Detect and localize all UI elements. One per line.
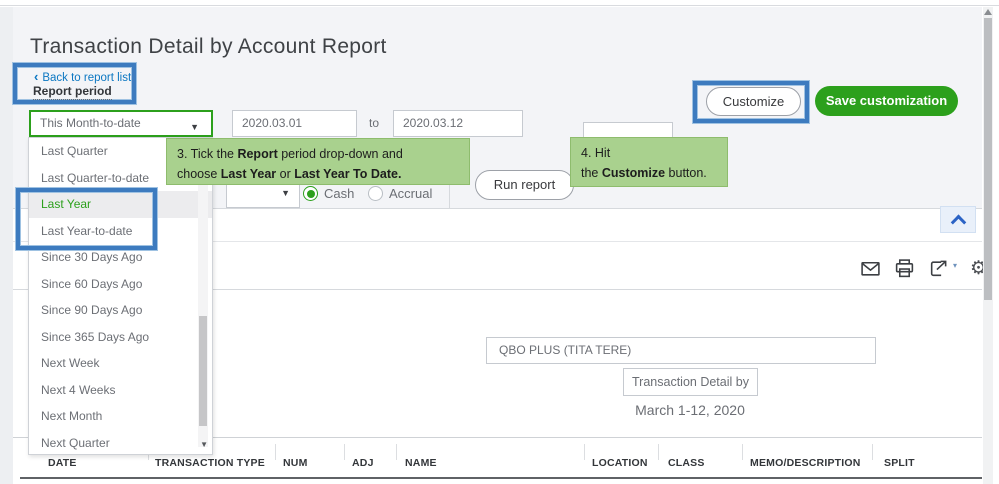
column-divider xyxy=(275,444,276,460)
column-header: TRANSACTION TYPE xyxy=(155,457,265,469)
chevron-up-icon xyxy=(950,215,966,231)
dropdown-option[interactable]: Next Quarter xyxy=(29,430,212,456)
report-period-dropdown[interactable]: This Month-to-date ▼ xyxy=(29,110,213,137)
column-divider xyxy=(658,444,659,460)
run-report-button[interactable]: Run report xyxy=(475,170,574,200)
export-options-caret-icon[interactable]: ▾ xyxy=(953,261,957,270)
annotation-step-3: 3. Tick the Report period drop-down andc… xyxy=(166,138,470,185)
cash-radio-label: Cash xyxy=(324,186,354,201)
column-header: NAME xyxy=(405,457,437,469)
radio-selected-icon xyxy=(303,186,318,201)
accrual-radio-label: Accrual xyxy=(389,186,432,201)
report-toolbar-icons: ▾ ⚙ xyxy=(860,256,986,280)
page-scrollbar-thumb[interactable] xyxy=(984,18,992,300)
radio-unselected-icon xyxy=(368,186,383,201)
cash-radio[interactable]: Cash xyxy=(303,186,354,201)
dropdown-scrollbar-thumb[interactable] xyxy=(199,316,207,426)
dropdown-option[interactable]: Since 60 Days Ago xyxy=(29,271,212,298)
column-divider xyxy=(872,444,873,460)
company-name-input[interactable]: QBO PLUS (TITA TERE) xyxy=(486,337,876,364)
customize-button[interactable]: Customize xyxy=(706,87,801,116)
top-border xyxy=(0,0,999,6)
left-gutter xyxy=(0,7,13,484)
email-icon[interactable] xyxy=(860,258,881,279)
accrual-radio[interactable]: Accrual xyxy=(368,186,432,201)
to-label: to xyxy=(369,116,379,130)
chevron-left-icon: ‹ xyxy=(34,69,38,84)
collapse-button[interactable] xyxy=(940,206,976,233)
dropdown-option[interactable]: Next Month xyxy=(29,403,212,430)
report-title-input[interactable]: Transaction Detail by xyxy=(623,368,758,396)
save-customization-button[interactable]: Save customization xyxy=(815,86,958,116)
dropdown-option[interactable]: Next Week xyxy=(29,350,212,377)
report-date-range: March 1-12, 2020 xyxy=(540,402,840,418)
app-screen: Transaction Detail by Account Report ‹Ba… xyxy=(0,0,999,484)
column-header: NUM xyxy=(283,457,308,469)
dropdown-option[interactable]: Next 4 Weeks xyxy=(29,377,212,404)
date-from-input[interactable]: 2020.03.01 xyxy=(232,110,357,137)
table-header-underline xyxy=(20,477,982,479)
chevron-down-icon: ▼ xyxy=(281,188,290,198)
column-divider xyxy=(344,444,345,460)
column-divider xyxy=(396,444,397,460)
annotation-step-4: 4. Hitthe Customize button. xyxy=(570,137,728,187)
column-header: SPLIT xyxy=(884,457,915,469)
date-to-input[interactable]: 2020.03.12 xyxy=(393,110,523,137)
column-header: MEMO/DESCRIPTION xyxy=(750,457,861,469)
page-title: Transaction Detail by Account Report xyxy=(30,35,387,59)
column-divider xyxy=(584,444,585,460)
column-header: DATE xyxy=(48,457,77,469)
print-icon[interactable] xyxy=(894,258,915,279)
dropdown-option[interactable]: Since 365 Days Ago xyxy=(29,324,212,351)
column-header: ADJ xyxy=(352,457,374,469)
chevron-down-icon: ▼ xyxy=(190,116,199,139)
export-icon[interactable] xyxy=(928,258,949,279)
column-header: LOCATION xyxy=(592,457,648,469)
back-to-report-list-link[interactable]: ‹Back to report list xyxy=(34,69,131,84)
dropdown-scroll-down-icon[interactable]: ▼ xyxy=(200,440,208,449)
column-header: CLASS xyxy=(668,457,705,469)
last-year-highlight-box xyxy=(16,188,157,250)
report-period-label: Report period xyxy=(33,84,112,100)
column-divider xyxy=(742,444,743,460)
dropdown-option[interactable]: Since 90 Days Ago xyxy=(29,297,212,324)
dropdown-options: Last QuarterLast Quarter-to-dateLast Yea… xyxy=(29,138,212,455)
scrollbar-up-arrow-icon[interactable] xyxy=(984,9,992,15)
